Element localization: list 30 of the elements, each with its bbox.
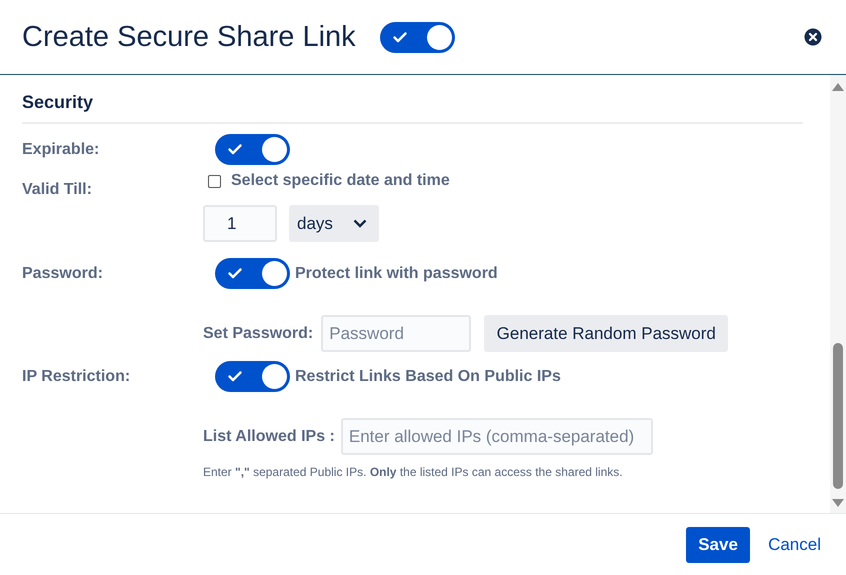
- toggle-switch[interactable]: [380, 22, 455, 52]
- number-field[interactable]: 1: [203, 205, 277, 242]
- toggle-switch[interactable]: [215, 361, 290, 392]
- toggle-switch[interactable]: [215, 134, 290, 165]
- scroll-up-icon[interactable]: [832, 83, 844, 91]
- toggle-label: Protect link with password: [295, 264, 498, 282]
- chevron-down-icon: [353, 219, 367, 228]
- cancel-link[interactable]: Cancel: [768, 534, 821, 554]
- scroll-down-icon[interactable]: [832, 499, 844, 507]
- field-label: List Allowed IPs :: [203, 428, 335, 446]
- field-label: Expirable:: [22, 140, 100, 158]
- toggle-label: Restrict Links Based On Public IPs: [295, 368, 561, 386]
- section-title: Security: [22, 92, 803, 124]
- field-label: Password:: [22, 264, 104, 282]
- checkbox-label: Select specific date and time: [231, 172, 450, 190]
- toggle-switch[interactable]: [215, 258, 290, 289]
- field-label: Set Password:: [203, 324, 314, 342]
- password-field[interactable]: Password: [321, 315, 472, 352]
- scrollbar-thumb[interactable]: [833, 343, 843, 489]
- save-button[interactable]: Save: [686, 526, 750, 562]
- field-label: IP Restriction:: [22, 368, 132, 386]
- dialog-title: Create Secure Share Link: [22, 20, 356, 54]
- checkbox[interactable]: [208, 174, 221, 188]
- ip-list-field[interactable]: Enter allowed IPs (comma-separated): [340, 418, 653, 455]
- help-text: Enter "," separated Public IPs. Only the listed IPs can access the shared links.: [203, 465, 624, 479]
- scrollbar[interactable]: [830, 75, 846, 513]
- field-label: Valid Till:: [22, 181, 93, 199]
- generate-password-button[interactable]: Generate Random Password: [484, 315, 728, 352]
- close-icon[interactable]: [804, 28, 822, 46]
- unit-dropdown[interactable]: days: [289, 205, 379, 242]
